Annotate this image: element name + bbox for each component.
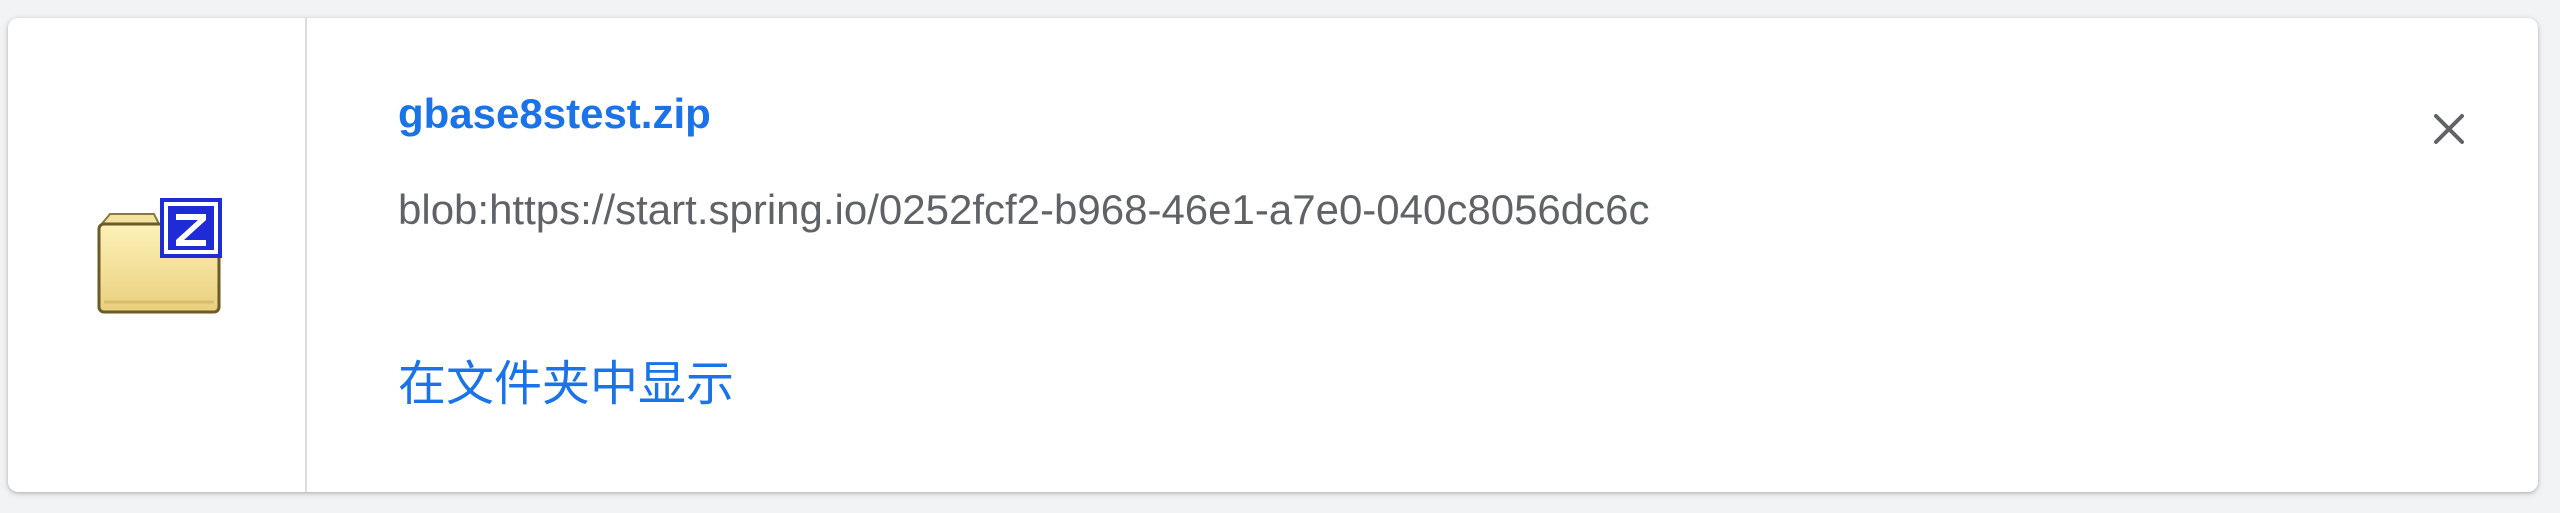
show-in-folder-link[interactable]: 在文件夹中显示 [398,344,734,414]
filename-link[interactable]: gbase8stest.zip [398,90,711,138]
close-button[interactable] [2418,98,2480,160]
file-icon-column [8,18,307,492]
source-url: blob:https://start.spring.io/0252fcf2-b9… [398,186,1650,233]
download-item-card: gbase8stest.zip blob:https://start.sprin… [8,18,2538,492]
close-icon [2434,114,2464,144]
zip-folder-icon[interactable] [96,196,226,316]
download-details: gbase8stest.zip blob:https://start.sprin… [398,18,2538,492]
